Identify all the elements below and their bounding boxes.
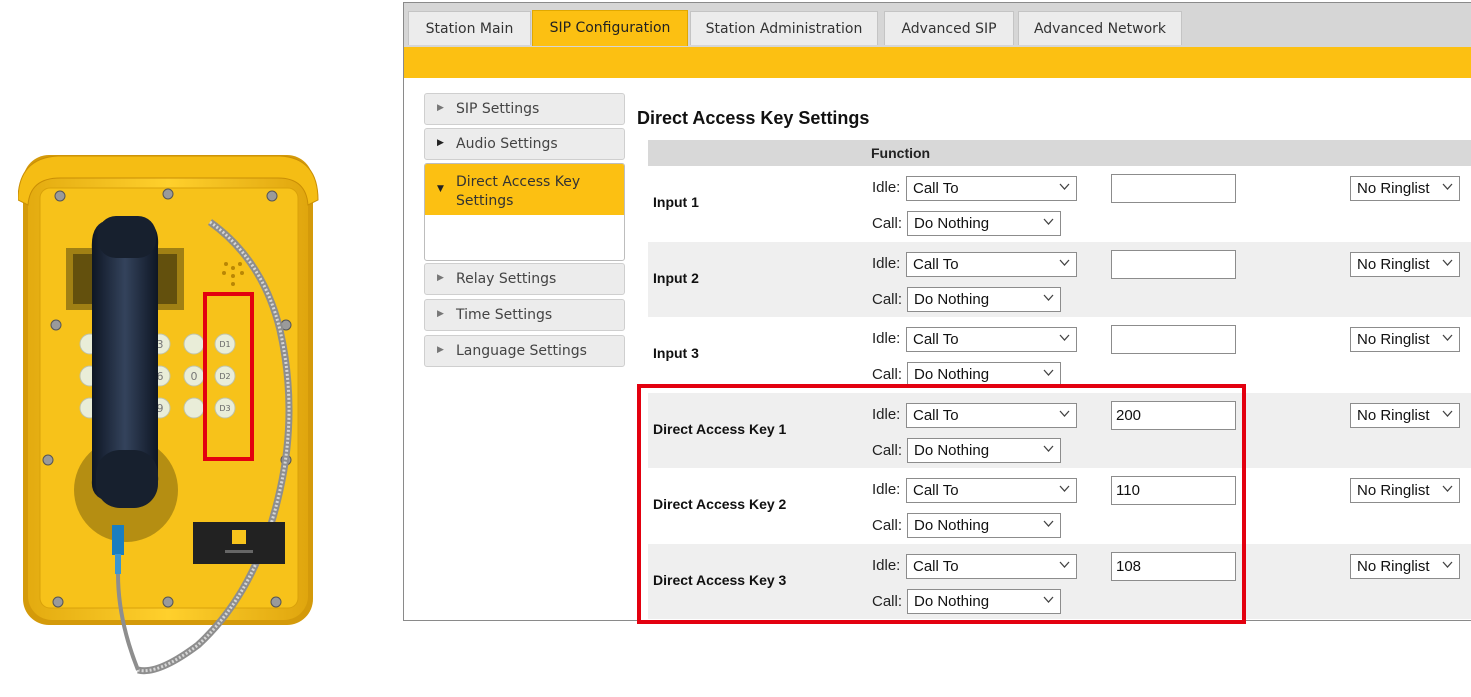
dak-rows-highlight: [637, 384, 1246, 624]
chevron-right-icon: ▶: [437, 138, 444, 148]
sidebar-item-direct-access-key-settings[interactable]: ▼ Direct Access Key Settings: [424, 163, 625, 261]
function-column-header: Function: [871, 145, 931, 161]
chevron-down-icon: ▼: [437, 184, 444, 194]
table-row: Input 1 Idle: Call To Call: Do Nothing No Rin…: [648, 166, 1471, 241]
number-input[interactable]: [1111, 325, 1236, 354]
chevron-down-icon: [1442, 334, 1453, 341]
ringlist-select[interactable]: No Ringlist: [1350, 176, 1460, 201]
ringlist-select[interactable]: No Ringlist: [1350, 402, 1460, 428]
chevron-right-icon: ▶: [437, 345, 444, 355]
ringlist-select[interactable]: No Ringlist: [1350, 327, 1460, 352]
phone-dak-highlight: [203, 292, 254, 461]
chevron-down-icon: [1059, 183, 1070, 190]
emergency-phone-image: 3690 D1 D2 D3: [18, 155, 319, 675]
tab-station-administration[interactable]: Station Administration: [690, 11, 878, 45]
tab-station-main[interactable]: Station Main: [408, 11, 531, 45]
tab-advanced-network[interactable]: Advanced Network: [1018, 11, 1182, 45]
tab-bar: Station Main SIP Configuration Station A…: [404, 3, 1471, 47]
chevron-down-icon: [1043, 218, 1054, 225]
chevron-right-icon: ▶: [437, 103, 444, 113]
call-label: Call:: [872, 215, 903, 232]
call-label: Call:: [872, 366, 903, 383]
chevron-right-icon: ▶: [437, 309, 444, 319]
page-title: Direct Access Key Settings: [637, 108, 870, 128]
sidebar-item-language-settings[interactable]: ▶ Language Settings: [424, 335, 625, 367]
sidebar-item-label: Time Settings: [456, 307, 553, 323]
sidebar-item-audio-settings[interactable]: ▶ Audio Settings: [424, 128, 625, 160]
idle-function-select[interactable]: Call To: [906, 176, 1077, 201]
sidebar-item-label: Audio Settings: [456, 136, 558, 152]
chevron-right-icon: ▶: [437, 273, 444, 283]
sidebar-item-label: Language Settings: [456, 343, 587, 359]
row-name: Input 1: [653, 194, 699, 210]
number-input[interactable]: [1111, 249, 1236, 279]
idle-label: Idle:: [872, 179, 901, 196]
sidebar-item-relay-settings[interactable]: ▶ Relay Settings: [424, 263, 625, 295]
sidebar-item-sip-settings[interactable]: ▶ SIP Settings: [424, 93, 625, 125]
call-function-select[interactable]: Do Nothing: [907, 286, 1061, 312]
sidebar-item-label: Relay Settings: [456, 271, 557, 287]
idle-label: Idle:: [872, 254, 901, 272]
sidebar-item-time-settings[interactable]: ▶ Time Settings: [424, 299, 625, 331]
chevron-down-icon: [1043, 369, 1054, 376]
idle-function-select[interactable]: Call To: [906, 251, 1077, 277]
chevron-down-icon: [1442, 183, 1453, 190]
table-row: Input 3 Idle: Call To Call: Do Nothing No Rin…: [648, 317, 1471, 392]
chevron-down-icon: [1442, 485, 1453, 492]
tab-sip-configuration[interactable]: SIP Configuration: [532, 10, 688, 46]
svg-text:0: 0: [191, 370, 198, 383]
number-input[interactable]: [1111, 174, 1236, 203]
chevron-down-icon: [1442, 259, 1453, 266]
idle-label: Idle:: [872, 330, 901, 347]
table-header: Function: [648, 140, 1471, 166]
chevron-down-icon: [1059, 334, 1070, 341]
chevron-down-icon: [1043, 294, 1054, 301]
chevron-down-icon: [1442, 410, 1453, 417]
accent-bar: [404, 47, 1471, 78]
call-label: Call:: [872, 290, 903, 308]
row-name: Input 2: [653, 269, 699, 286]
ringlist-select[interactable]: No Ringlist: [1350, 553, 1460, 579]
ringlist-select[interactable]: No Ringlist: [1350, 478, 1460, 503]
idle-function-select[interactable]: Call To: [906, 327, 1077, 352]
tab-advanced-sip[interactable]: Advanced SIP: [884, 11, 1014, 45]
call-function-select[interactable]: Do Nothing: [907, 211, 1061, 236]
chevron-down-icon: [1059, 259, 1070, 266]
chevron-down-icon: [1442, 561, 1453, 568]
table-row: Input 2 Idle: Call To Call: Do Nothing No Rin…: [648, 241, 1471, 317]
row-name: Input 3: [653, 345, 699, 361]
ringlist-select[interactable]: No Ringlist: [1350, 251, 1460, 277]
sidebar-item-label: SIP Settings: [456, 101, 540, 117]
sidebar-item-label: Direct Access Key Settings: [456, 174, 581, 209]
